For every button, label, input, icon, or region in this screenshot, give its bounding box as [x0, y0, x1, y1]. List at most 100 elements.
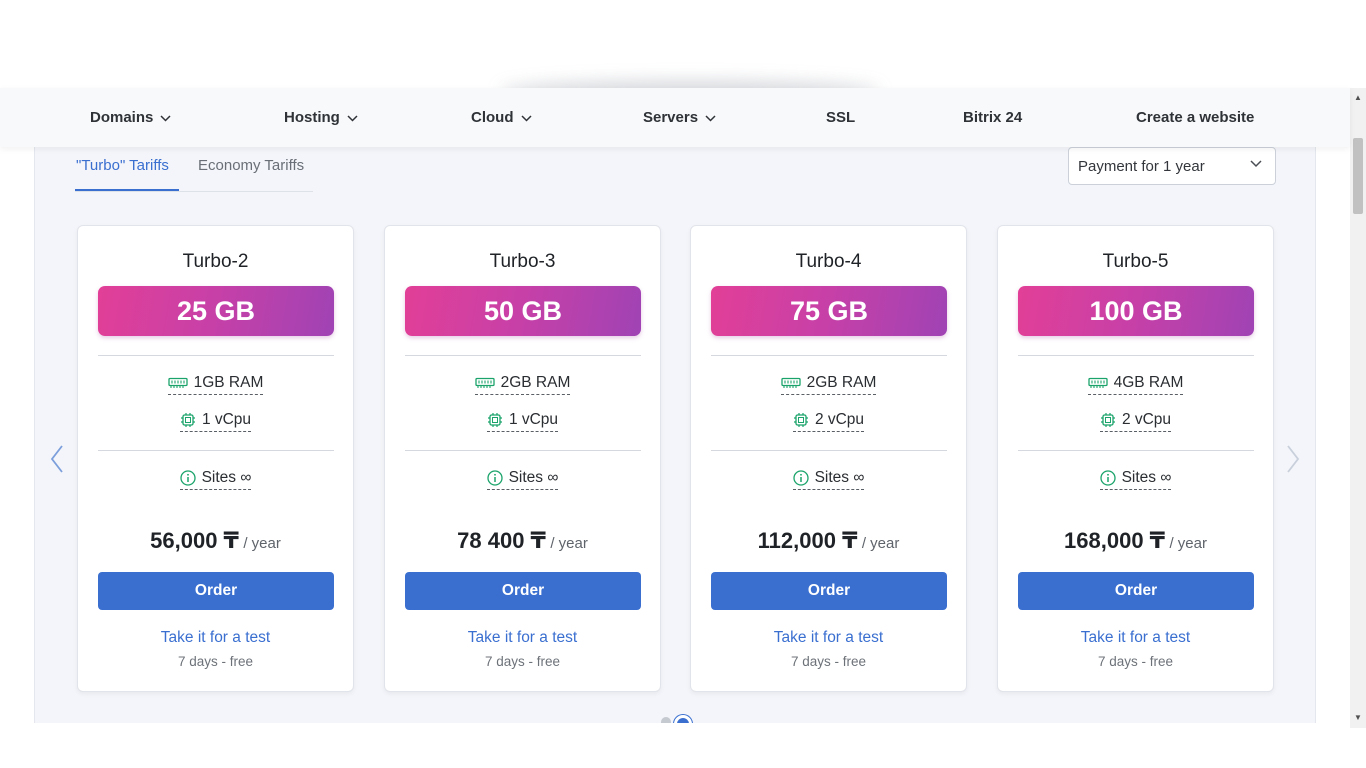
sites-spec-tooltip[interactable]: Sites ∞	[792, 469, 865, 490]
ram-value: 2GB RAM	[806, 374, 877, 391]
price-value: 112,000 ₸	[757, 528, 858, 553]
cpu-value: 1 vCpu	[201, 411, 252, 428]
chevron-down-icon	[705, 115, 716, 122]
cpu-spec: 2 vCpu	[998, 411, 1273, 432]
nav-label: SSL	[826, 109, 856, 126]
take-test-link[interactable]: Take it for a test	[691, 629, 966, 647]
plan-price: 56,000 ₸ / year	[78, 528, 353, 554]
chevron-right-icon	[1287, 445, 1300, 473]
plan-name: Turbo-4	[795, 251, 862, 272]
sites-spec-tooltip[interactable]: Sites ∞	[179, 469, 252, 490]
plan-card-turbo-3: Turbo-3 50 GB 2GB RAM 1 vCpu Sites ∞ 78 …	[384, 225, 661, 692]
tab-economy-tariffs[interactable]: Economy Tariffs	[198, 157, 304, 174]
trial-note: 7 days - free	[177, 654, 254, 669]
nav-domains[interactable]: Domains	[90, 88, 171, 147]
trial-note: 7 days - free	[1097, 654, 1174, 669]
cpu-spec-tooltip[interactable]: 2 vCpu	[1099, 411, 1172, 432]
sites-value: Sites ∞	[508, 469, 559, 486]
nav-label: Create a website	[1136, 109, 1255, 126]
nav-servers[interactable]: Servers	[643, 88, 716, 147]
tab-turbo-tariffs[interactable]: "Turbo" Tariffs	[76, 157, 169, 174]
trial-note: 7 days - free	[790, 654, 867, 669]
scroll-down-arrow-icon[interactable]: ▼	[1354, 713, 1362, 722]
divider	[405, 450, 641, 451]
payment-period-select[interactable]: Payment for 1 year	[1068, 147, 1276, 185]
ram-spec-tooltip[interactable]: 1GB RAM	[167, 374, 264, 395]
info-icon	[486, 470, 503, 486]
storage-badge: 25 GB	[98, 286, 334, 336]
divider	[98, 450, 334, 451]
ram-value: 1GB RAM	[193, 374, 264, 391]
plan-card-turbo-2: Turbo-2 25 GB 1GB RAM 1 vCpu Sites ∞ 56,…	[77, 225, 354, 692]
cpu-spec-tooltip[interactable]: 2 vCpu	[792, 411, 865, 432]
plan-card-turbo-5: Turbo-5 100 GB 4GB RAM 2 vCpu Sites ∞ 16…	[997, 225, 1274, 692]
chevron-down-icon	[520, 115, 532, 122]
payment-period-value: Payment for 1 year	[1078, 157, 1205, 175]
ram-spec: 2GB RAM	[691, 374, 966, 395]
nav-label: Servers	[643, 109, 699, 126]
storage-badge: 75 GB	[711, 286, 947, 336]
nav-create-website[interactable]: Create a website	[1136, 88, 1254, 147]
divider	[98, 355, 334, 356]
price-period: / year	[861, 535, 900, 552]
divider	[711, 450, 947, 451]
carousel-prev-button[interactable]	[50, 445, 64, 478]
order-button[interactable]: Order	[1018, 572, 1254, 610]
cpu-spec-tooltip[interactable]: 1 vCpu	[486, 411, 559, 432]
cpu-value: 2 vCpu	[814, 411, 865, 428]
page: Domains Hosting Cloud Servers SSL Bitrix…	[0, 0, 1366, 768]
carousel-dot-2-active[interactable]	[674, 715, 692, 723]
nav-ssl[interactable]: SSL	[826, 88, 855, 147]
scroll-up-arrow-icon[interactable]: ▲	[1354, 93, 1362, 102]
sites-spec-tooltip[interactable]: Sites ∞	[1099, 469, 1172, 490]
sites-spec-tooltip[interactable]: Sites ∞	[486, 469, 559, 490]
take-test-link[interactable]: Take it for a test	[998, 629, 1273, 647]
plan-name: Turbo-5	[1102, 251, 1169, 272]
cpu-chip-icon	[1100, 413, 1115, 427]
sites-value: Sites ∞	[201, 469, 252, 486]
page-scrollbar[interactable]: ▲ ▼	[1350, 88, 1366, 728]
sites-value: Sites ∞	[814, 469, 865, 486]
nav-hosting[interactable]: Hosting	[284, 88, 358, 147]
nav-label: Bitrix 24	[963, 109, 1023, 126]
memory-icon	[1087, 377, 1108, 388]
plan-price: 78 400 ₸ / year	[385, 528, 660, 554]
divider	[711, 355, 947, 356]
plan-name: Turbo-3	[489, 251, 556, 272]
ram-value: 4GB RAM	[1113, 374, 1184, 391]
order-button[interactable]: Order	[405, 572, 641, 610]
order-button[interactable]: Order	[711, 572, 947, 610]
memory-icon	[474, 377, 495, 388]
info-icon	[179, 470, 196, 486]
price-value: 56,000 ₸	[150, 528, 239, 553]
memory-icon	[780, 377, 801, 388]
info-icon	[1099, 470, 1116, 486]
carousel-dot-1[interactable]	[661, 717, 671, 723]
take-test-link[interactable]: Take it for a test	[78, 629, 353, 647]
carousel-next-button[interactable]	[1286, 445, 1300, 478]
cpu-value: 2 vCpu	[1121, 411, 1172, 428]
take-test-link[interactable]: Take it for a test	[385, 629, 660, 647]
ram-spec: 4GB RAM	[998, 374, 1273, 395]
ram-spec: 1GB RAM	[78, 374, 353, 395]
trial-note: 7 days - free	[484, 654, 561, 669]
chevron-down-icon	[347, 115, 358, 122]
storage-badge: 50 GB	[405, 286, 641, 336]
main-navbar: Domains Hosting Cloud Servers SSL Bitrix…	[0, 88, 1350, 147]
ram-spec-tooltip[interactable]: 2GB RAM	[780, 374, 877, 395]
nav-bitrix24[interactable]: Bitrix 24	[963, 88, 1022, 147]
chevron-down-icon	[1250, 160, 1262, 168]
cpu-spec-tooltip[interactable]: 1 vCpu	[179, 411, 252, 432]
ram-spec-tooltip[interactable]: 2GB RAM	[474, 374, 571, 395]
memory-icon	[167, 377, 188, 388]
ram-value: 2GB RAM	[500, 374, 571, 391]
scrollbar-thumb[interactable]	[1353, 138, 1363, 214]
nav-cloud[interactable]: Cloud	[471, 88, 532, 147]
divider	[1018, 355, 1254, 356]
sites-spec: Sites ∞	[691, 469, 966, 490]
ram-spec-tooltip[interactable]: 4GB RAM	[1087, 374, 1184, 395]
tariff-tabs: "Turbo" Tariffs Economy Tariffs	[75, 147, 313, 192]
order-button[interactable]: Order	[98, 572, 334, 610]
nav-label: Hosting	[284, 109, 340, 126]
sites-spec: Sites ∞	[78, 469, 353, 490]
